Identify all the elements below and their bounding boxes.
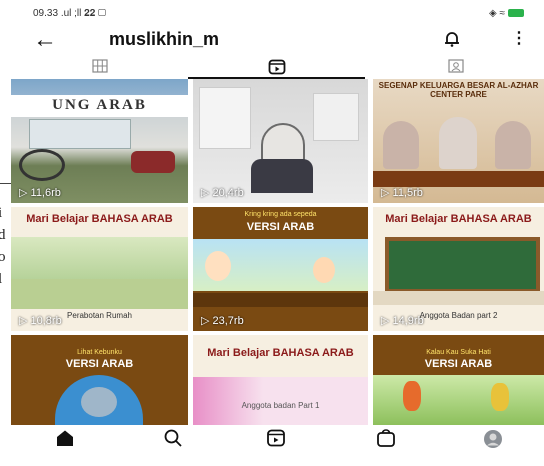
reel-view-count: ▷ 20,4rb: [201, 187, 244, 199]
reel-view-count: ▷ 14,9rb: [381, 315, 424, 327]
tab-reels[interactable]: [188, 58, 365, 79]
person-hijab: [495, 121, 531, 169]
bottom-navigation: [11, 425, 544, 453]
reel-thumbnail[interactable]: Lihat Kebunku VERSI ARAB: [11, 335, 188, 425]
profile-username: muslikhin_m: [109, 29, 220, 49]
battery-icon: [508, 9, 524, 18]
school-building: [29, 119, 131, 149]
edge-text-1: i: [0, 205, 3, 221]
edge-text-3: o: [0, 249, 6, 265]
reel-caption: Anggota badan Part 1: [241, 401, 320, 410]
reels-icon: [268, 59, 285, 75]
bicycle-wheel: [19, 149, 65, 181]
reel-overlay-text: Mari Belajar BAHASA ARAB: [385, 213, 532, 225]
reel-overlay-text: Mari Belajar BAHASA ARAB: [26, 213, 173, 225]
wall-shelf: [313, 93, 359, 141]
reel-thumbnail[interactable]: Mari Belajar BAHASA ARAB Anggota badan P…: [193, 335, 368, 425]
reel-view-count: ▷ 11,5rb: [381, 187, 423, 199]
person-hijab: [383, 121, 419, 169]
back-arrow-icon[interactable]: ←: [33, 28, 57, 52]
reel-caption: Kring kring ada sepeda: [244, 211, 317, 218]
reel-view-count: ▷ 10,8rb: [19, 315, 62, 327]
shop-icon[interactable]: [376, 429, 396, 452]
reel-overlay-text: SEGENAP KELUARGA BESAR AL-AZHAR CENTER P…: [378, 81, 539, 99]
background-document-strip: i d o l: [0, 0, 11, 466]
edge-text-4: l: [0, 271, 3, 287]
reel-overlay-text: VERSI ARAB: [424, 358, 493, 370]
profile-avatar[interactable]: [483, 429, 503, 454]
reel-thumbnail[interactable]: Mari Belajar BAHASA ARAB Perabotan Rumah…: [11, 207, 188, 331]
reel-thumbnail[interactable]: Kalau Kau Suka Hati VERSI ARAB: [373, 335, 544, 425]
reel-caption: Lihat Kebunku: [77, 349, 122, 356]
cartoon-character: [403, 381, 421, 411]
reel-overlay-text: VERSI ARAB: [65, 358, 134, 370]
reel-overlay-text: UNG ARAB: [52, 97, 147, 113]
person-body: [251, 159, 313, 193]
cartoon-boy: [313, 257, 335, 283]
cartoon-boy: [205, 251, 231, 281]
reel-thumbnail[interactable]: Mari Belajar BAHASA ARAB Anggota Badan p…: [373, 207, 544, 331]
reel-caption: Kalau Kau Suka Hati: [426, 349, 491, 356]
phone-screen: 09.33 .ul ;ll 𝟐𝟐 ▢ ◈ ≈ ← muslikhin_m ⋮ U…: [11, 0, 544, 466]
home-icon[interactable]: [55, 429, 75, 452]
edge-text-2: d: [0, 227, 6, 243]
notification-bell-icon[interactable]: [443, 30, 461, 53]
label-strip: [373, 291, 544, 305]
system-navigation-bar: [11, 453, 544, 466]
reels-grid: UNG ARAB ▷ 11,6rb ▷ 20,4rb SEGENAP KELUA…: [11, 79, 544, 425]
reel-thumbnail[interactable]: ▷ 20,4rb: [193, 79, 368, 203]
profile-header: ← muslikhin_m ⋮: [11, 26, 544, 56]
motorbike: [131, 151, 175, 173]
status-time: 09.33 .ul ;ll 𝟐𝟐 ▢: [33, 8, 107, 19]
grid-icon: [91, 59, 108, 73]
tagged-icon: [447, 59, 464, 73]
tab-posts[interactable]: [11, 58, 188, 77]
elephant-face: [81, 387, 117, 417]
cartoon-character: [491, 383, 509, 411]
reel-overlay-text: VERSI ARAB: [246, 221, 315, 233]
reel-view-count: ▷ 23,7rb: [201, 315, 244, 327]
search-icon[interactable]: [163, 429, 183, 452]
more-options-icon[interactable]: ⋮: [511, 28, 527, 48]
illustration-chalkboard: [385, 237, 540, 293]
reel-thumbnail[interactable]: UNG ARAB ▷ 11,6rb: [11, 79, 188, 203]
reel-thumbnail[interactable]: SEGENAP KELUARGA BESAR AL-AZHAR CENTER P…: [373, 79, 544, 203]
tab-tagged[interactable]: [367, 58, 544, 77]
profile-tabs: [11, 58, 544, 79]
illustration-garden: [373, 375, 544, 425]
label-strip: [193, 293, 368, 307]
person-hijab: [439, 117, 477, 169]
status-right: ◈ ≈: [489, 8, 524, 19]
wall-shelf: [199, 87, 251, 149]
reel-thumbnail[interactable]: Kring kring ada sepeda VERSI ARAB ▷ 23,7…: [193, 207, 368, 331]
illustration-floor: [11, 279, 188, 309]
status-bar: 09.33 .ul ;ll 𝟐𝟐 ▢ ◈ ≈: [11, 0, 544, 26]
reels-icon[interactable]: [266, 429, 286, 452]
reel-overlay-text: Mari Belajar BAHASA ARAB: [207, 347, 354, 359]
caption-ribbon: [373, 171, 544, 187]
reel-view-count: ▷ 11,6rb: [19, 187, 61, 199]
divider-line: [0, 183, 11, 184]
